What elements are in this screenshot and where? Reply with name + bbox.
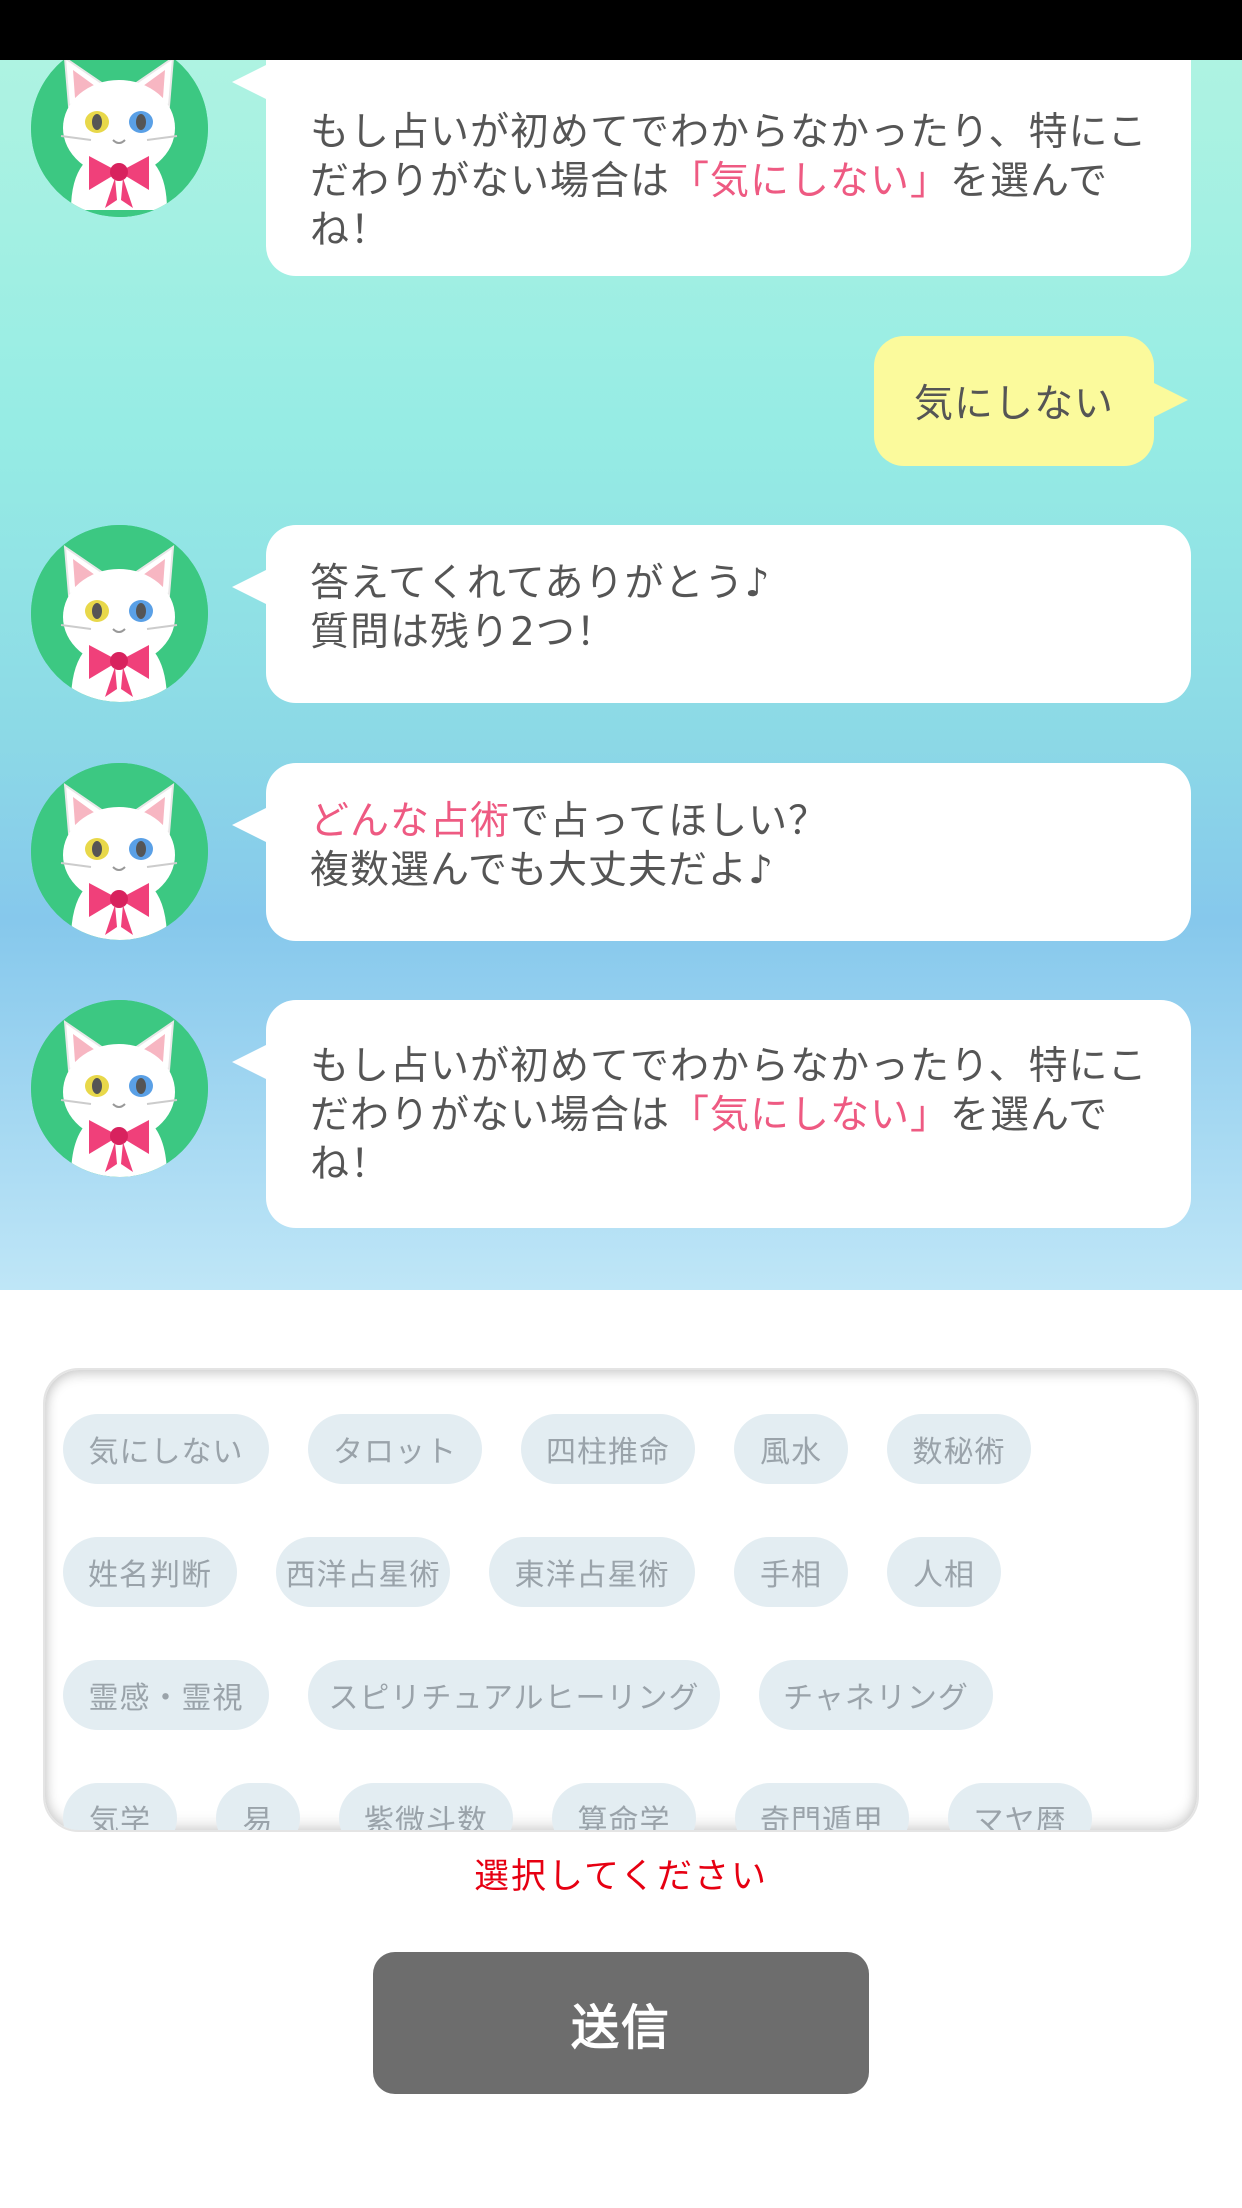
cat-icon [31,60,208,217]
cat-avatar [31,525,208,702]
option-chip-shibitosu[interactable]: 紫微斗数 [339,1783,513,1830]
options-row: 気にしない タロット 四柱推命 風水 数秘術 [63,1414,1070,1484]
options-row: 気学 易 紫微斗数 算命学 奇門遁甲 マヤ暦 [63,1783,1131,1830]
cat-avatar [31,60,208,217]
highlight-text: どんな占術 [310,799,511,844]
option-chip-spiritual-healing[interactable]: スピリチュアルヒーリング [308,1660,720,1730]
option-chip-seimeihandan[interactable]: 姓名判断 [63,1537,237,1607]
message-line: 複数選んでも大丈夫だよ♪ [310,848,774,893]
options-row: 霊感・霊視 スピリチュアルヒーリング チャネリング [63,1660,1032,1730]
send-button[interactable]: 送信 [373,1952,869,2094]
option-chip-kimontonko[interactable]: 奇門遁甲 [735,1783,909,1830]
option-chip-sanmeigaku[interactable]: 算命学 [552,1783,696,1830]
cat-icon [31,525,208,702]
option-chip-channeling[interactable]: チャネリング [759,1660,993,1730]
highlight-text: 「気にしない」 [670,1093,951,1138]
message-line: 答えてくれてありがとう♪ [310,561,771,606]
cat-avatar [31,763,208,940]
options-row: 姓名判断 西洋占星術 東洋占星術 手相 人相 [63,1537,1040,1607]
option-chip-mayareki[interactable]: マヤ暦 [948,1783,1092,1830]
option-chip-ninso[interactable]: 人相 [887,1537,1001,1607]
option-chip-suhijutsu[interactable]: 数秘術 [887,1414,1031,1484]
user-reply-text: 気にしない [913,382,1114,427]
option-chip-seiyo-senseijutsu[interactable]: 西洋占星術 [276,1537,450,1607]
option-chip-kigaku[interactable]: 気学 [63,1783,177,1830]
bot-bubble: 答えてくれてありがとう♪ 質問は残り2つ！ [232,525,1191,703]
cat-icon [31,1000,208,1177]
option-chip-eki[interactable]: 易 [216,1783,300,1830]
fortune-method-options[interactable]: 気にしない タロット 四柱推命 風水 数秘術 姓名判断 西洋占星術 東洋占星術 … [43,1368,1199,1832]
cat-avatar [31,1000,208,1177]
option-chip-teso[interactable]: 手相 [734,1537,848,1607]
bot-bubble: もし占いが初めてでわからなかったり、特にこだわりがない場合は「気にしない」を選ん… [232,60,1191,276]
status-bar [0,0,1242,60]
option-chip-reikan[interactable]: 霊感・霊視 [63,1660,269,1730]
bot-bubble: もし占いが初めてでわからなかったり、特にこだわりがない場合は「気にしない」を選ん… [232,1000,1191,1228]
message-text: で占ってほしい？ [510,799,829,844]
bot-bubble: どんな占術で占ってほしい？ 複数選んでも大丈夫だよ♪ [232,763,1191,941]
message-line: 質問は残り2つ！ [310,610,616,655]
validation-message: 選択してください [474,1857,768,1897]
message-line: どんな占術で占ってほしい？ [310,797,1151,846]
option-chip-kinishinai[interactable]: 気にしない [63,1414,269,1484]
user-bubble: 気にしない [874,336,1188,466]
option-chip-toyo-senseijutsu[interactable]: 東洋占星術 [489,1537,695,1607]
highlight-text: 「気にしない」 [670,159,951,204]
option-chip-fusui[interactable]: 風水 [734,1414,848,1484]
option-chip-shichusuimei[interactable]: 四柱推命 [521,1414,695,1484]
option-chip-tarot[interactable]: タロット [308,1414,482,1484]
cat-icon [31,763,208,940]
chat-area[interactable]: もし占いが初めてでわからなかったり、特にこだわりがない場合は「気にしない」を選ん… [0,60,1242,1290]
